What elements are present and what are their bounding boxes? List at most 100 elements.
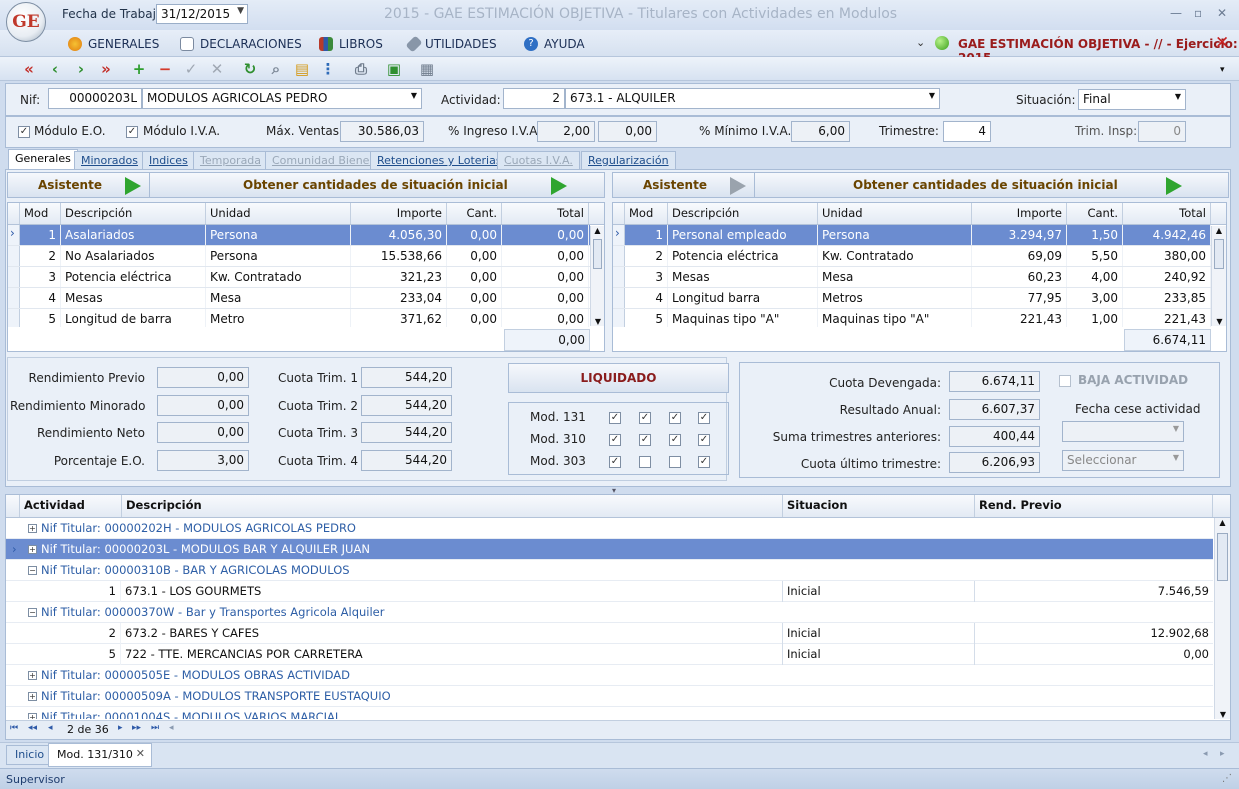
add-icon[interactable]: +	[130, 60, 148, 78]
asistente-button[interactable]: Asistente	[613, 173, 755, 197]
maximize-icon[interactable]: ▫	[1194, 6, 1202, 20]
grid-row[interactable]: 3 Potencia eléctrica Kw. Contratado 321,23 0…	[8, 267, 590, 288]
search-icon[interactable]: ⌕	[267, 60, 285, 78]
grid-row[interactable]: › 1 Personal empleado Persona 3.294,97 1,50 4.…	[613, 225, 1211, 246]
doc-tab-mod[interactable]: Mod. 131/310 ✕	[48, 743, 152, 767]
col-header[interactable]: Mod	[20, 203, 61, 224]
grid-row[interactable]: 2 Potencia eléctrica Kw. Contratado 69,09 5,…	[613, 246, 1211, 267]
expand-icon[interactable]: +	[28, 670, 37, 680]
refresh-icon[interactable]: ↻	[241, 60, 259, 78]
titular-group-row[interactable]: › + Nif Titular: 00000203L - MODULOS BAR Y…	[6, 539, 1213, 560]
scroll-thumb[interactable]	[1214, 239, 1224, 269]
liquidado-checkbox[interactable]: ✓	[698, 412, 710, 424]
col-header[interactable]: Unidad	[818, 203, 972, 224]
menu-utilidades[interactable]: UTILIDADES	[405, 35, 497, 53]
col-header[interactable]: Unidad	[206, 203, 351, 224]
liquidado-checkbox[interactable]: ✓	[698, 434, 710, 446]
expand-icon[interactable]: +	[28, 712, 37, 719]
actividad-dropdown[interactable]: 673.1 - ALQUILER ▼	[565, 88, 940, 109]
col-header[interactable]: Importe	[972, 203, 1067, 224]
tab-generales[interactable]: Generales	[8, 149, 78, 170]
resize-grip-icon[interactable]: ⋰	[1222, 773, 1232, 784]
last-page-icon[interactable]: ⏭	[151, 723, 159, 733]
grid-view-icon[interactable]: ▦	[418, 60, 436, 78]
grid-row[interactable]: › 1 Asalariados Persona 4.056,30 0,00 0,00	[8, 225, 590, 246]
liquidado-checkbox[interactable]: ✓	[639, 434, 651, 446]
tab-scroll-left-icon[interactable]: ◂	[1203, 749, 1208, 759]
first-record-icon[interactable]: «	[20, 60, 38, 78]
tab-regularizacion[interactable]: Regularización	[581, 151, 676, 169]
col-header[interactable]: Cant.	[447, 203, 502, 224]
modulo-eo-checkbox[interactable]: ✓	[18, 126, 30, 138]
obtener-button[interactable]: Obtener cantidades de situación inicial	[756, 173, 1186, 197]
menu-ayuda[interactable]: ? AYUDA	[524, 37, 585, 51]
grid-row[interactable]: 2 No Asalariados Persona 15.538,66 0,00 0,00	[8, 246, 590, 267]
confirm-icon[interactable]: ✓	[182, 60, 200, 78]
scroll-thumb[interactable]	[593, 239, 602, 269]
liquidado-checkbox[interactable]: ✓	[698, 456, 710, 468]
titular-group-row[interactable]: + Nif Titular: 00000505E - MODULOS OBRAS …	[6, 665, 1213, 686]
titular-group-row[interactable]: + Nif Titular: 00001004S - MODULOS VARIOS…	[6, 707, 1213, 719]
scrollbar[interactable]: ▲ ▼	[590, 226, 604, 326]
scroll-left-icon[interactable]: ◂	[169, 723, 174, 733]
tab-indices[interactable]: Indices	[142, 151, 195, 169]
liquidado-checkbox[interactable]: ✓	[609, 412, 621, 424]
scroll-up-icon[interactable]: ▲	[591, 226, 604, 235]
grid-row[interactable]: 5 Maquinas tipo "A" Maquinas tipo "A" 221,4…	[613, 309, 1211, 327]
actividad-row[interactable]: 5 722 - TTE. MERCANCIAS POR CARRETERA Inic…	[6, 643, 1213, 665]
tree-icon[interactable]: ⋮	[319, 60, 337, 78]
asistente-button[interactable]: Asistente	[8, 173, 150, 197]
nombre-dropdown[interactable]: MODULOS AGRICOLAS PEDRO ▼	[142, 88, 422, 109]
toolbar-options-icon[interactable]: ▾	[1220, 65, 1225, 75]
actividad-row[interactable]: 2 673.2 - BARES Y CAFES Inicial 12.902,68	[6, 622, 1213, 644]
minimize-icon[interactable]: —	[1170, 6, 1182, 20]
menu-libros[interactable]: LIBROS	[319, 37, 383, 51]
scroll-down-icon[interactable]: ▼	[591, 317, 605, 326]
liquidado-checkbox[interactable]: ✓	[669, 412, 681, 424]
liquidado-checkbox[interactable]: ✓	[639, 412, 651, 424]
next-record-icon[interactable]: ›	[72, 60, 90, 78]
expand-icon[interactable]: +	[28, 523, 37, 533]
cancel-icon[interactable]: ✕	[208, 60, 226, 78]
col-header[interactable]: Total	[502, 203, 589, 224]
baja-actividad-checkbox[interactable]	[1059, 375, 1071, 387]
grid-row[interactable]: 5 Longitud de barra Metro 371,62 0,00 0,00	[8, 309, 590, 327]
next-page-icon[interactable]: ▸	[118, 723, 123, 733]
expand-icon[interactable]: +	[28, 691, 37, 701]
close-icon[interactable]: ✕	[1217, 6, 1227, 20]
close-icon[interactable]: ✕	[1215, 33, 1229, 53]
scrollbar[interactable]: ▲ ▼	[1214, 518, 1230, 719]
col-header[interactable]: Importe	[351, 203, 447, 224]
next-page-group-icon[interactable]: ▸▸	[132, 723, 141, 733]
app-logo[interactable]: GE	[6, 2, 46, 42]
scroll-down-icon[interactable]: ▼	[1212, 317, 1227, 326]
tab-retenciones[interactable]: Retenciones y Loterias	[370, 151, 509, 169]
chevron-double-down-icon[interactable]: ⌄	[916, 36, 925, 49]
col-header[interactable]: Cant.	[1067, 203, 1123, 224]
grid-row[interactable]: 4 Longitud barra Metros 77,95 3,00 233,85	[613, 288, 1211, 309]
grid-row[interactable]: 4 Mesas Mesa 233,04 0,00 0,00	[8, 288, 590, 309]
col-header[interactable]: Descripción	[61, 203, 206, 224]
col-header[interactable]: Mod	[625, 203, 668, 224]
col-header[interactable]: Rend. Previo	[975, 495, 1213, 517]
titular-group-row[interactable]: + Nif Titular: 00000509A - MODULOS TRANSP…	[6, 686, 1213, 707]
prev-page-group-icon[interactable]: ◂◂	[28, 723, 37, 733]
titular-group-row[interactable]: − Nif Titular: 00000370W - Bar y Transpor…	[6, 602, 1213, 623]
expand-icon[interactable]: +	[28, 544, 37, 554]
col-header[interactable]: Descripción	[668, 203, 818, 224]
liquidado-button[interactable]: LIQUIDADO	[508, 363, 729, 393]
obtener-button[interactable]: Obtener cantidades de situación inicial	[151, 173, 576, 197]
scroll-thumb[interactable]	[1217, 533, 1228, 581]
col-header[interactable]: Descripción	[122, 495, 783, 517]
filter-icon[interactable]: ▤	[293, 60, 311, 78]
col-header[interactable]: Situacion	[783, 495, 975, 517]
scroll-up-icon[interactable]: ▲	[1212, 226, 1226, 235]
menu-declaraciones[interactable]: DECLARACIONES	[180, 37, 302, 51]
nif-field[interactable]: 00000203L	[48, 88, 142, 109]
liquidado-checkbox[interactable]: ✓	[609, 456, 621, 468]
liquidado-checkbox[interactable]	[669, 456, 681, 468]
liquidado-checkbox[interactable]	[639, 456, 651, 468]
actividad-num-field[interactable]: 2	[503, 88, 565, 109]
grid-row[interactable]: 3 Mesas Mesa 60,23 4,00 240,92	[613, 267, 1211, 288]
col-header[interactable]: Total	[1123, 203, 1211, 224]
